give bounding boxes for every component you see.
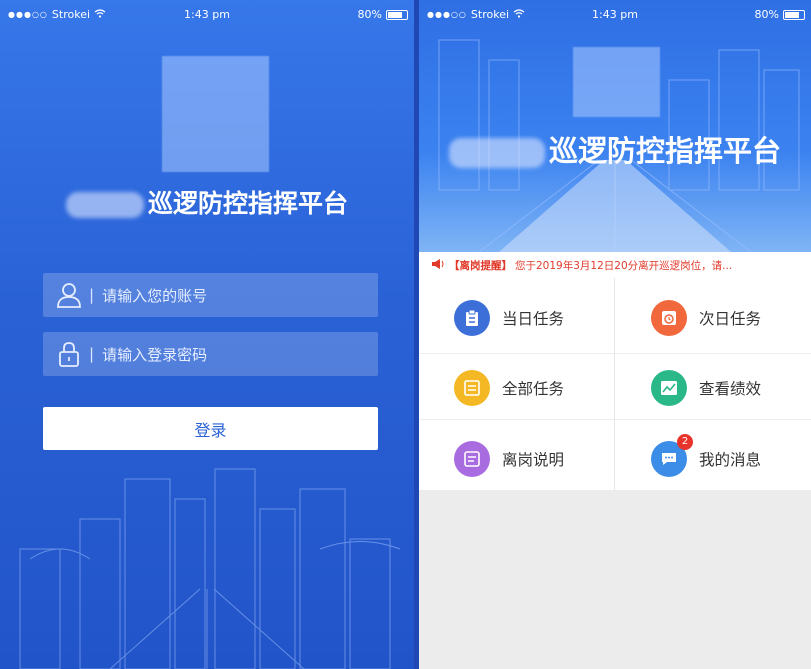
user-icon bbox=[57, 283, 81, 308]
message-icon: 2 bbox=[651, 434, 693, 477]
password-placeholder: 请输入登录密码 bbox=[102, 345, 208, 364]
menu-my-messages[interactable]: 2 我的消息 bbox=[616, 424, 811, 494]
unread-badge: 2 bbox=[677, 434, 693, 450]
menu-leave-explanation[interactable]: 离岗说明 bbox=[419, 424, 614, 494]
status-bar: ●●●○○ Strokei 1:43 pm 80% bbox=[419, 0, 811, 28]
status-time: 1:43 pm bbox=[592, 8, 638, 21]
battery-percent: 80% bbox=[754, 8, 779, 21]
menu-next-day-tasks[interactable]: 次日任务 bbox=[616, 283, 811, 353]
city-road-illustration bbox=[438, 39, 800, 252]
account-placeholder: 请输入您的账号 bbox=[102, 286, 208, 305]
menu-label: 离岗说明 bbox=[502, 451, 565, 469]
status-bar: ●●●○○ Strokei 1:43 pm 80% bbox=[0, 0, 414, 28]
notice-tag: 【离岗提醒】 bbox=[449, 259, 512, 272]
leave-post-notice[interactable]: 【离岗提醒】 您于2019年3月12日20分离开巡逻岗位，请... bbox=[419, 252, 811, 278]
menu-label: 当日任务 bbox=[502, 310, 565, 328]
lock-icon bbox=[59, 342, 79, 367]
clock-icon bbox=[651, 300, 687, 336]
clipboard-icon bbox=[454, 300, 490, 336]
menu-label: 次日任务 bbox=[699, 310, 762, 328]
password-input[interactable]: | 请输入登录密码 bbox=[43, 332, 378, 376]
battery-icon bbox=[783, 9, 805, 20]
menu-view-performance[interactable]: 查看绩效 bbox=[616, 353, 811, 423]
chart-icon bbox=[651, 370, 687, 406]
notice-message: 您于2019年3月12日20分离开巡逻岗位，请... bbox=[515, 259, 733, 272]
note-icon bbox=[454, 441, 490, 477]
account-input[interactable]: | 请输入您的账号 bbox=[43, 273, 378, 317]
menu-label: 我的消息 bbox=[699, 451, 762, 469]
battery-percent: 80% bbox=[357, 8, 382, 21]
menu-grid: 当日任务 次日任务 全部任务 查看绩效 离岗说明 2 我的消息 bbox=[419, 278, 811, 490]
battery-icon bbox=[386, 9, 408, 20]
home-screen: ●●●○○ Strokei 1:43 pm 80% 巡逻防控指挥平台 【离岗提醒… bbox=[419, 0, 811, 669]
redacted-org-name bbox=[448, 138, 545, 168]
login-screen: ●●●○○ Strokei 1:43 pm 80% 巡逻防控指挥平台 | 请输入… bbox=[0, 0, 414, 669]
city-skyline-illustration bbox=[19, 468, 401, 669]
menu-label: 全部任务 bbox=[502, 380, 565, 398]
app-title: 巡逻防控指挥平台 bbox=[419, 128, 811, 170]
redacted-org-name bbox=[65, 192, 144, 218]
menu-all-tasks[interactable]: 全部任务 bbox=[419, 353, 614, 423]
app-logo bbox=[573, 47, 660, 117]
status-time: 1:43 pm bbox=[184, 8, 230, 21]
hero-banner: ●●●○○ Strokei 1:43 pm 80% 巡逻防控指挥平台 bbox=[419, 0, 811, 252]
list-icon bbox=[454, 370, 490, 406]
app-title: 巡逻防控指挥平台 bbox=[0, 184, 414, 220]
megaphone-icon bbox=[431, 258, 445, 273]
app-logo bbox=[162, 56, 269, 172]
menu-today-tasks[interactable]: 当日任务 bbox=[419, 283, 614, 353]
menu-label: 查看绩效 bbox=[699, 380, 762, 398]
